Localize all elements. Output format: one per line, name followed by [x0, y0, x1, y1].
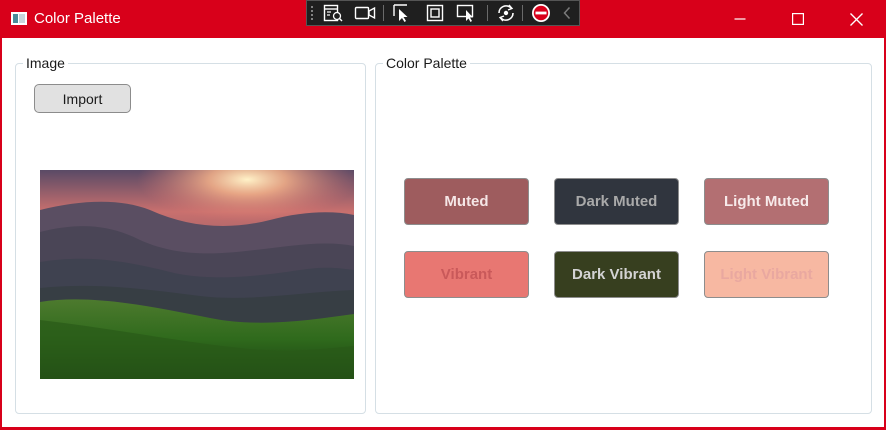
select-element-icon[interactable] [391, 3, 415, 23]
app-icon [11, 12, 27, 25]
toolbar-separator [522, 5, 523, 21]
title-bar[interactable]: Color Palette [0, 0, 886, 38]
swatch-muted[interactable]: Muted [404, 178, 529, 225]
grip-handle-icon[interactable] [310, 5, 314, 21]
live-visual-tree-icon[interactable] [321, 3, 345, 23]
collapse-icon[interactable] [559, 3, 575, 23]
app-window: Color Palette Image Import Color Palette… [0, 0, 886, 430]
maximize-icon [792, 13, 804, 25]
swatch-vibrant[interactable]: Vibrant [404, 251, 529, 298]
swatch-dark-muted[interactable]: Dark Muted [554, 178, 679, 225]
swatch-light-muted[interactable]: Light Muted [704, 178, 829, 225]
toolbar-separator [383, 5, 384, 21]
swatch-dark-vibrant[interactable]: Dark Vibrant [554, 251, 679, 298]
hot-reload-icon[interactable] [494, 3, 518, 23]
palette-group-label: Color Palette [383, 55, 470, 71]
window-title: Color Palette [34, 10, 121, 27]
minimize-icon [734, 18, 746, 20]
display-layout-adorners-icon[interactable] [423, 3, 447, 23]
import-button[interactable]: Import [34, 84, 131, 113]
track-focus-icon[interactable] [455, 3, 479, 23]
minimize-button[interactable] [711, 0, 769, 38]
toolbar-separator [487, 5, 488, 21]
stop-icon[interactable] [529, 3, 553, 23]
window-content: Image Import Color Palette Muted Dark Mu… [2, 38, 884, 427]
close-icon [849, 12, 863, 26]
close-button[interactable] [827, 0, 885, 38]
record-icon[interactable] [353, 3, 377, 23]
swatch-light-vibrant[interactable]: Light Vibrant [704, 251, 829, 298]
maximize-button[interactable] [769, 0, 827, 38]
imported-image [40, 170, 354, 379]
palette-groupbox: Color Palette [375, 55, 872, 414]
xaml-debug-toolbar [306, 0, 580, 26]
landscape-image [40, 170, 354, 379]
image-group-label: Image [23, 55, 68, 71]
